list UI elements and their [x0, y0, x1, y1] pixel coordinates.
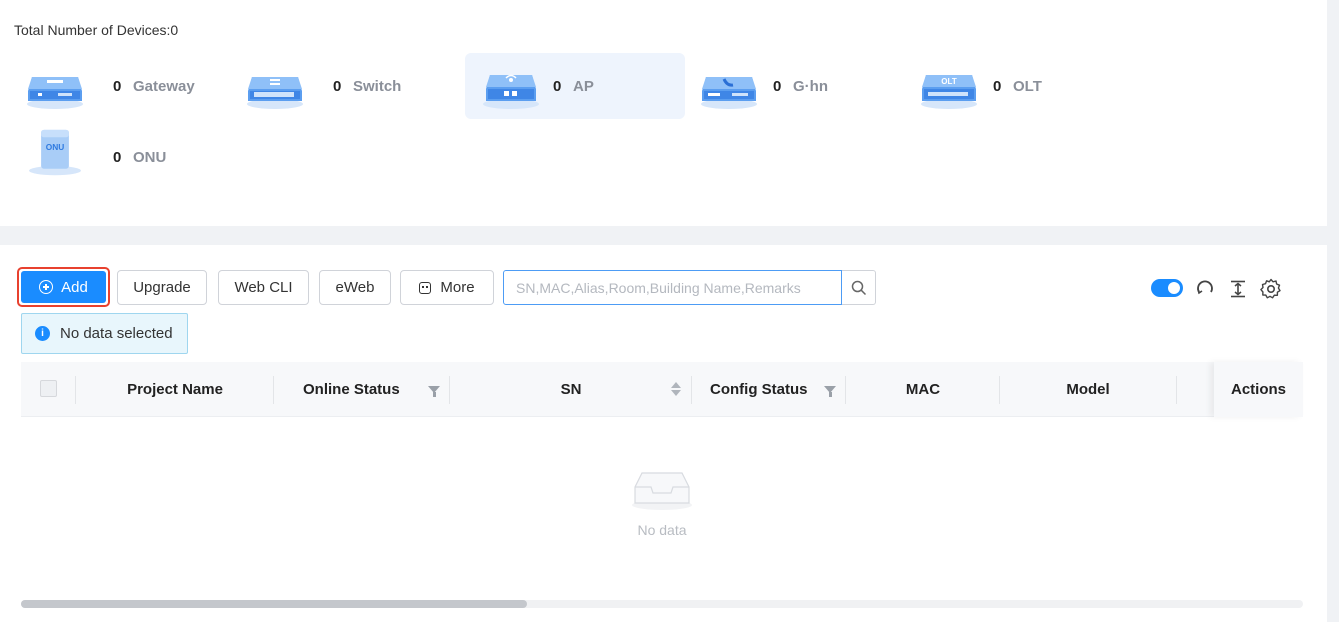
settings-button[interactable] [1260, 278, 1282, 300]
device-name: Gateway [133, 77, 195, 95]
auto-refresh-toggle[interactable] [1151, 279, 1183, 297]
device-summary-panel: Total Number of Devices:0 0 Gateway 0 Sw… [0, 0, 1327, 226]
column-online-status-label: Online Status [303, 381, 400, 398]
gateway-device-icon [27, 77, 83, 109]
more-button[interactable]: More [400, 270, 494, 305]
selection-notice: i No data selected [21, 313, 188, 354]
column-online-status[interactable]: Online Status [274, 362, 450, 417]
device-count: 0 [333, 77, 342, 95]
more-button-label: More [440, 279, 475, 296]
search-button[interactable] [842, 270, 876, 305]
device-name: G·hn [793, 77, 828, 95]
onu-device-icon: ONU [29, 129, 81, 176]
device-list-panel: Add Upgrade Web CLI eWeb More SN,MAC,Ali… [0, 245, 1327, 622]
olt-device-icon: OLT [921, 75, 977, 109]
ghn-device-icon [701, 77, 757, 109]
horizontal-scrollbar[interactable] [21, 600, 1303, 608]
add-button[interactable]: Add [17, 267, 110, 307]
device-name: Switch [353, 77, 402, 95]
empty-state-text: No data [637, 522, 687, 538]
device-card-switch[interactable]: 0 Switch [220, 53, 440, 119]
scrollbar-thumb[interactable] [21, 600, 527, 608]
column-config-status[interactable]: Config Status [692, 362, 846, 417]
device-name: AP [573, 77, 594, 95]
column-config-status-label: Config Status [710, 381, 808, 398]
upgrade-button[interactable]: Upgrade [117, 270, 207, 305]
column-model[interactable]: Model [1000, 362, 1176, 417]
sort-ascending-icon[interactable] [671, 382, 681, 388]
more-icon [419, 281, 432, 294]
column-sn[interactable]: SN [450, 362, 692, 417]
device-card-olt[interactable]: OLT 0 OLT [880, 53, 1100, 119]
device-count: 0 [553, 77, 562, 95]
ap-device-icon [483, 74, 539, 109]
search-icon [851, 280, 866, 295]
select-all-checkbox[interactable] [40, 380, 57, 397]
column-sn-label: SN [560, 381, 582, 398]
empty-state: No data [620, 467, 704, 538]
web-cli-button[interactable]: Web CLI [218, 270, 309, 305]
gear-icon [1260, 278, 1281, 299]
device-card-ap[interactable]: 0 AP [465, 53, 685, 119]
column-actions: Actions [1214, 362, 1303, 417]
eweb-button[interactable]: eWeb [319, 270, 391, 305]
page-scroll-gutter [1327, 0, 1339, 622]
device-name: ONU [133, 148, 167, 166]
add-circle-icon [39, 280, 54, 294]
device-count: 0 [113, 77, 122, 95]
column-mac[interactable]: MAC [846, 362, 1000, 417]
search-box [503, 270, 876, 305]
column-height-icon [1231, 280, 1245, 298]
switch-device-icon [247, 77, 303, 109]
config-status-filter-icon[interactable] [824, 386, 836, 397]
info-icon: i [35, 326, 50, 341]
device-count: 0 [773, 77, 782, 95]
row-density-button[interactable] [1227, 278, 1249, 300]
column-project-name[interactable]: Project Name [76, 362, 274, 417]
onu-badge-text: ONU [46, 142, 65, 152]
search-input[interactable] [503, 270, 842, 305]
refresh-icon [1197, 280, 1213, 295]
device-name: OLT [1013, 77, 1042, 95]
selection-notice-text: No data selected [60, 325, 173, 342]
table-header: Project Name Online Status SN Config Sta… [21, 362, 1303, 417]
column-actions-label: Actions [1230, 381, 1286, 398]
device-count: 0 [113, 148, 122, 166]
sort-descending-icon[interactable] [671, 390, 681, 396]
device-card-ghn[interactable]: 0 G·hn [660, 53, 880, 119]
empty-inbox-icon [632, 472, 692, 510]
device-card-onu[interactable]: ONU 0 ONU [0, 124, 220, 190]
online-status-filter-icon[interactable] [428, 386, 440, 397]
add-button-label: Add [61, 278, 88, 296]
olt-badge-text: OLT [941, 77, 957, 86]
device-card-gateway[interactable]: 0 Gateway [0, 53, 220, 119]
device-count: 0 [993, 77, 1002, 95]
total-devices-label: Total Number of Devices:0 [14, 22, 179, 38]
column-divider [1176, 376, 1177, 404]
refresh-button[interactable] [1194, 278, 1216, 300]
